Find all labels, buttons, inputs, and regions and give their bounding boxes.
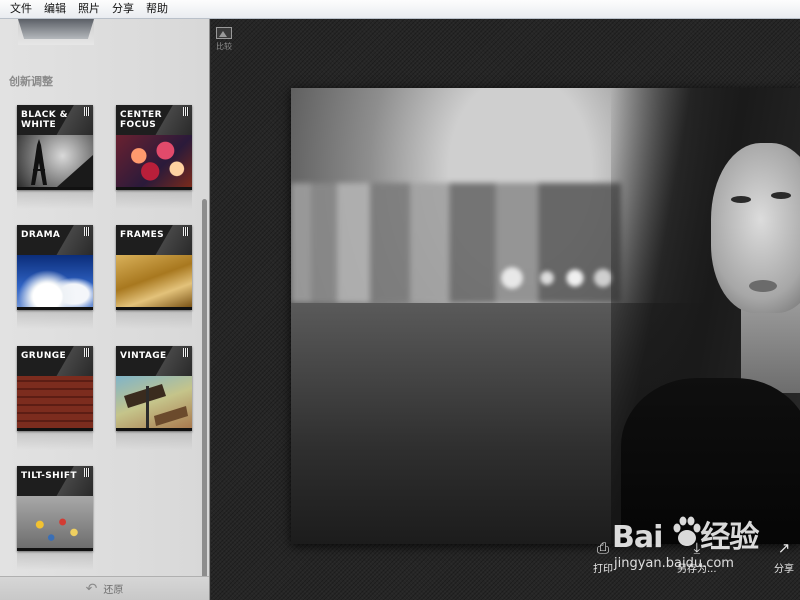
download-icon: ⤓ xyxy=(693,539,701,557)
effects-sidebar: 创新调整 BLACK & WHITE CENTER FOCUS DRAMA FR… xyxy=(0,19,210,600)
undo-arrow-icon: ↶ xyxy=(85,580,98,597)
effect-thumbnail xyxy=(116,255,192,307)
effect-card-black-white[interactable]: BLACK & WHITE xyxy=(17,105,93,190)
street-sign-icon xyxy=(124,384,188,428)
menu-share[interactable]: 分享 xyxy=(106,0,140,18)
effect-card-grunge[interactable]: GRUNGE xyxy=(17,346,93,431)
effect-card-title: CENTER FOCUS xyxy=(120,110,162,130)
menu-help[interactable]: 帮助 xyxy=(140,0,174,18)
effect-card-title: TILT-SHIFT xyxy=(21,471,77,481)
menu-bar: 文件 编辑 照片 分享 帮助 xyxy=(0,0,800,19)
effect-card-drama[interactable]: DRAMA xyxy=(17,225,93,310)
effect-thumbnail xyxy=(116,376,192,428)
effect-thumbnail xyxy=(17,376,93,428)
compare-label: 比较 xyxy=(216,42,232,51)
effect-card-title: BLACK & WHITE xyxy=(21,110,68,130)
menu-file[interactable]: 文件 xyxy=(4,0,38,18)
effect-card-title: VINTAGE xyxy=(120,351,167,361)
menu-edit[interactable]: 编辑 xyxy=(38,0,72,18)
effect-card-center-focus[interactable]: CENTER FOCUS xyxy=(116,105,192,190)
image-icon xyxy=(216,27,232,39)
print-button[interactable]: ⎙ 打印 xyxy=(593,540,613,575)
effect-thumbnail xyxy=(17,135,93,187)
effect-card-frames[interactable]: FRAMES xyxy=(116,225,192,310)
print-label: 打印 xyxy=(593,564,613,575)
compare-button[interactable]: 比较 xyxy=(213,27,235,52)
effect-card-title: FRAMES xyxy=(120,230,165,240)
eiffel-tower-icon xyxy=(31,139,93,187)
share-icon: ↗ xyxy=(777,539,791,557)
restore-label: 还原 xyxy=(103,585,124,596)
effect-thumbnail xyxy=(17,255,93,307)
restore-button[interactable]: ↶ 还原 xyxy=(0,576,209,600)
effect-thumbnail xyxy=(116,135,192,187)
effect-card-title: GRUNGE xyxy=(21,351,67,361)
effect-card-title: DRAMA xyxy=(21,230,61,240)
photo-preview xyxy=(291,88,800,544)
effect-card-tilt-shift[interactable]: TILT-SHIFT xyxy=(17,466,93,551)
effect-card-vintage[interactable]: VINTAGE xyxy=(116,346,192,431)
section-title-creative: 创新调整 xyxy=(9,75,53,88)
sidebar-scrollbar-thumb[interactable] xyxy=(202,199,207,579)
save-as-button[interactable]: ⤓ 另存为... xyxy=(677,540,717,575)
share-button[interactable]: ↗ 分享 xyxy=(774,540,794,575)
previous-effect-card-stub[interactable] xyxy=(18,19,94,45)
save-as-label: 另存为... xyxy=(677,564,717,575)
photo-workspace: 比较 xyxy=(211,19,800,600)
effect-thumbnail xyxy=(17,496,93,548)
share-label: 分享 xyxy=(774,564,794,575)
printer-icon: ⎙ xyxy=(596,539,609,557)
menu-photo[interactable]: 照片 xyxy=(72,0,106,18)
